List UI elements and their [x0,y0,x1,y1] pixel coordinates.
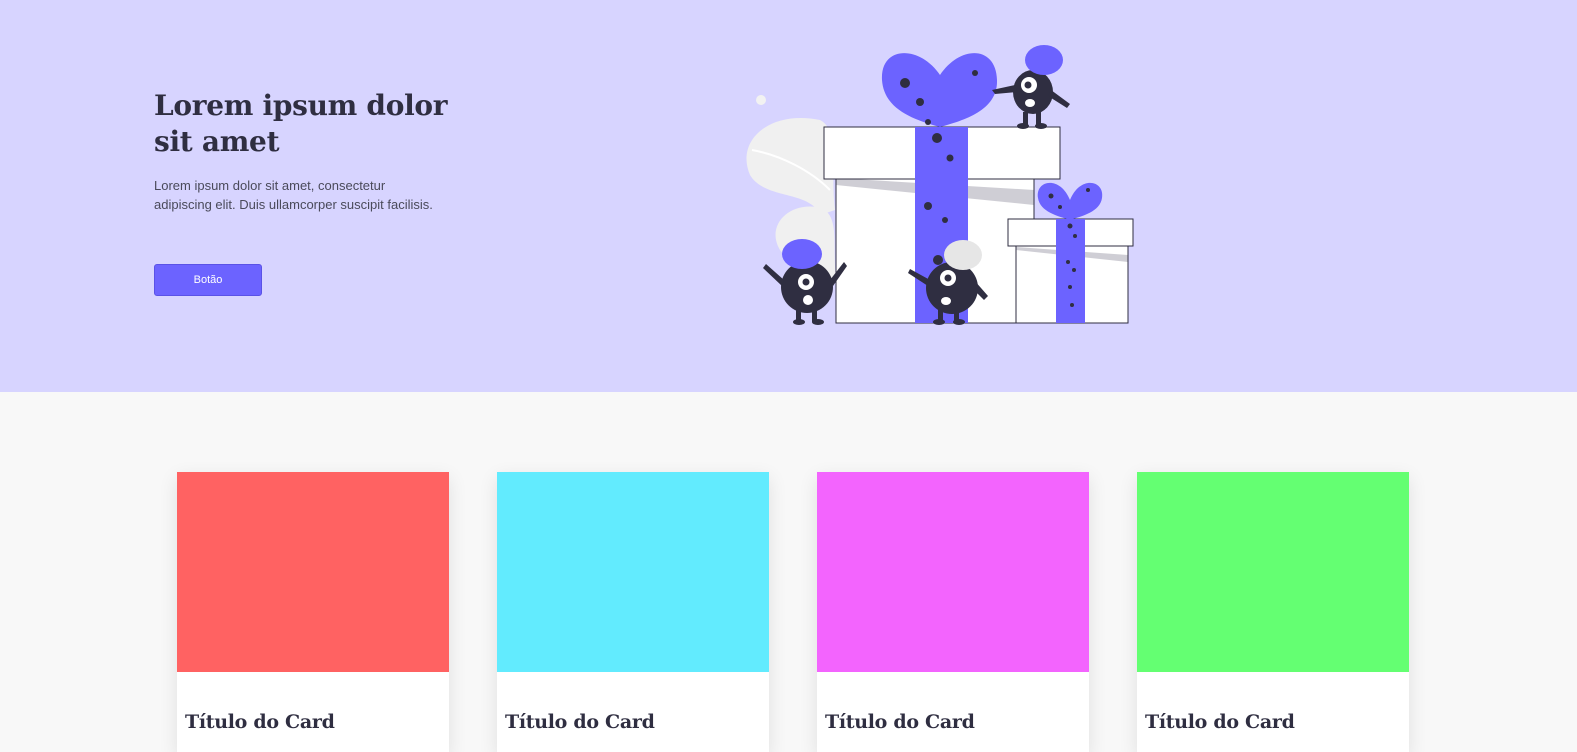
card-title: Título do Card [1145,711,1295,733]
card-image [497,472,769,672]
decor-dot [756,95,766,105]
hero-title: Lorem ipsum dolor sit amet [154,89,448,158]
card[interactable]: Título do Card [817,472,1089,752]
card[interactable]: Título do Card [177,472,449,752]
hero-button[interactable]: Botão [154,264,262,296]
big-gift-bow [881,53,998,127]
cards-section: Título do Card Título do Card Título do … [0,472,1577,752]
gift-boxes-illustration [746,45,1134,325]
hero-description: Lorem ipsum dolor sit amet, consectetur … [154,178,433,212]
card-image [177,472,449,672]
leaf-decor [746,118,835,215]
card-title: Título do Card [825,711,975,733]
card[interactable]: Título do Card [497,472,769,752]
hero-section: Lorem ipsum dolor sit amet Lorem ipsum d… [0,0,1577,392]
card[interactable]: Título do Card [1137,472,1409,752]
card-title: Título do Card [185,711,335,733]
small-gift-ribbon [1056,219,1085,323]
monster-top [992,45,1070,129]
card-image [1137,472,1409,672]
small-gift-bow [1037,182,1103,220]
card-title: Título do Card [505,711,655,733]
hero-text-block: Lorem ipsum dolor sit amet Lorem ipsum d… [154,88,454,214]
card-image [817,472,1089,672]
